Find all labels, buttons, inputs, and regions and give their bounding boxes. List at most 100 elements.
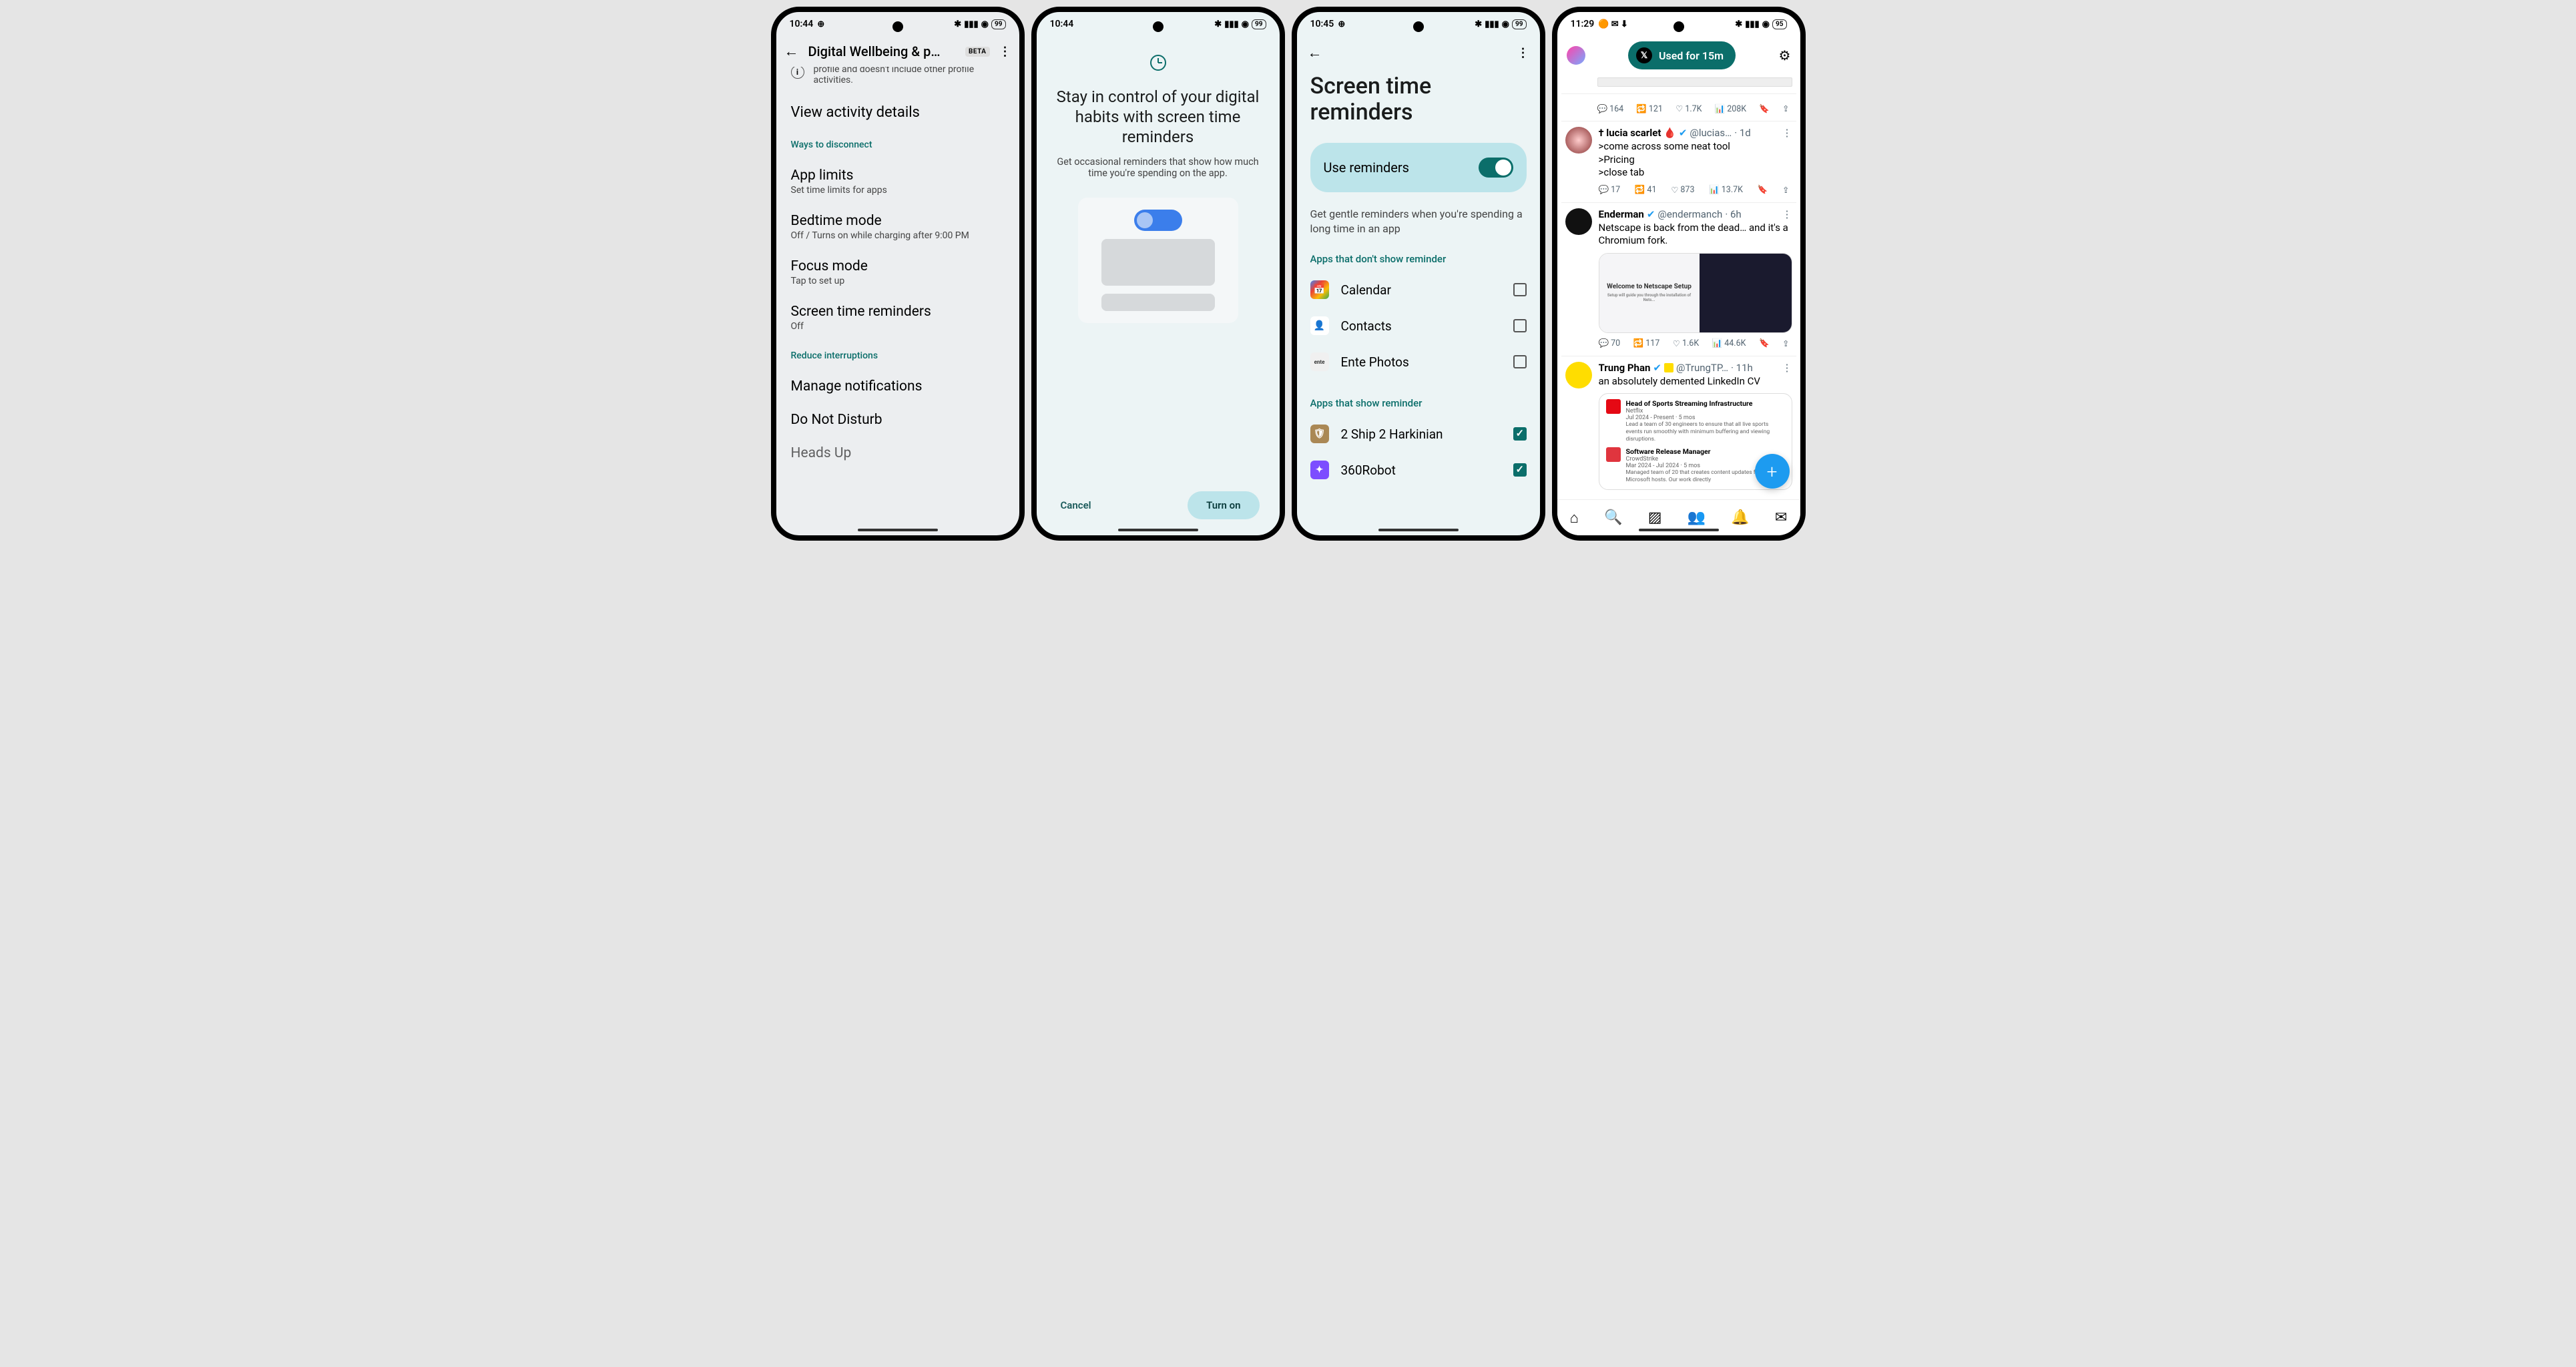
tweet-time: · 6h — [1725, 208, 1741, 220]
checkbox-unchecked[interactable] — [1513, 355, 1527, 368]
like-button[interactable]: ♡873 — [1671, 185, 1694, 196]
illustration-toggle — [1134, 210, 1182, 231]
checkbox-unchecked[interactable] — [1513, 319, 1527, 332]
view-activity-details[interactable]: View activity details — [791, 104, 1005, 121]
tweet-more-icon[interactable]: ⋮ — [1782, 208, 1792, 220]
switch-on-icon[interactable] — [1479, 158, 1513, 178]
views-button[interactable]: 📊208K — [1715, 103, 1747, 114]
bedtime-mode-item[interactable]: Bedtime mode Off / Turns on while chargi… — [791, 213, 1005, 241]
tweet-author[interactable]: Enderman — [1599, 208, 1644, 220]
app-icon: 🛡 — [1310, 425, 1329, 443]
crowdstrike-logo-icon — [1606, 447, 1621, 462]
dialog-subtitle: Get occasional reminders that show how m… — [1057, 156, 1260, 179]
battery-indicator: 95 — [1772, 19, 1786, 29]
tweet-handle: @lucias… — [1690, 127, 1732, 139]
tweet-more-icon[interactable]: ⋮ — [1782, 362, 1792, 374]
cancel-button[interactable]: Cancel — [1057, 491, 1095, 519]
reply-button[interactable]: 💬70 — [1599, 338, 1621, 349]
do-not-disturb-item[interactable]: Do Not Disturb — [791, 412, 1005, 428]
share-button[interactable]: ⇪ — [1782, 185, 1789, 196]
feed[interactable]: 💬164 🔁121 ♡1.7K 📊208K 🔖 ⇪ † lucia scarle… — [1557, 75, 1800, 499]
focus-mode-item[interactable]: Focus mode Tap to set up — [791, 258, 1005, 286]
retweet-button[interactable]: 🔁121 — [1636, 103, 1663, 114]
avatar[interactable] — [1565, 208, 1592, 235]
bookmark-button[interactable]: 🔖 — [1759, 103, 1770, 114]
avatar[interactable] — [1565, 362, 1592, 388]
views-button[interactable]: 📊13.7K — [1709, 185, 1743, 196]
clock: 10:44 — [1050, 19, 1074, 29]
app-header: ← Digital Wellbeing & p… BETA ⋮ — [776, 36, 1019, 67]
back-icon[interactable]: ← — [1308, 44, 1322, 61]
use-reminders-toggle[interactable]: Use reminders — [1310, 143, 1527, 192]
reply-button[interactable]: 💬164 — [1597, 103, 1624, 114]
illustration-block — [1101, 294, 1215, 311]
back-icon[interactable]: ← — [784, 43, 799, 60]
page-title: Digital Wellbeing & p… — [808, 43, 957, 59]
app-limits-item[interactable]: App limits Set time limits for apps — [791, 168, 1005, 196]
compose-fab[interactable]: + — [1755, 454, 1790, 489]
reply-button[interactable]: 💬17 — [1599, 185, 1621, 196]
tweet-text: >come across some neat tool >Pricing >cl… — [1599, 140, 1792, 180]
clock: 10:45 — [1310, 19, 1334, 29]
gesture-bar[interactable] — [1118, 529, 1198, 531]
bookmark-button[interactable]: 🔖 — [1758, 185, 1768, 196]
app-row-2ship2harkinian[interactable]: 🛡 2 Ship 2 Harkinian — [1310, 416, 1527, 452]
manage-notifications-item[interactable]: Manage notifications — [791, 378, 1005, 394]
battery-indicator: 99 — [1512, 19, 1526, 29]
media-text: Welcome to Netscape Setup — [1607, 283, 1692, 290]
overflow-menu-icon[interactable]: ⋮ — [1517, 46, 1529, 60]
tweet-author[interactable]: † lucia scarlet 🩸 — [1599, 127, 1676, 139]
retweet-button[interactable]: 🔁117 — [1633, 338, 1660, 349]
heads-up-item[interactable]: Heads Up — [791, 445, 1005, 461]
tweet[interactable]: Enderman ✔ @endermanch · 6h ⋮ Netscape i… — [1561, 203, 1796, 356]
app-row-ente-photos[interactable]: ente Ente Photos — [1310, 344, 1527, 380]
beta-badge: BETA — [965, 47, 990, 57]
overflow-menu-icon[interactable]: ⋮ — [999, 45, 1011, 59]
item-subtitle: Set time limits for apps — [791, 185, 1005, 196]
checkbox-unchecked[interactable] — [1513, 283, 1527, 296]
clock: 10:44 — [790, 19, 814, 29]
app-row-360robot[interactable]: ✦ 360Robot — [1310, 452, 1527, 488]
turn-on-button[interactable]: Turn on — [1188, 491, 1259, 519]
checkbox-checked[interactable] — [1513, 463, 1527, 477]
settings-icon[interactable]: ⚙ — [1779, 47, 1791, 63]
like-button[interactable]: ♡1.6K — [1673, 338, 1699, 349]
home-icon[interactable]: ⌂ — [1570, 509, 1579, 527]
badge-icon — [1664, 363, 1673, 372]
tweet-more-icon[interactable]: ⋮ — [1782, 127, 1792, 139]
checkbox-checked[interactable] — [1513, 427, 1527, 441]
bluetooth-icon: ✱ — [1214, 19, 1222, 29]
screen-time-reminders-item[interactable]: Screen time reminders Off — [791, 304, 1005, 332]
messages-icon[interactable]: ✉ — [1775, 509, 1787, 526]
notifications-icon[interactable]: 🔔 — [1731, 509, 1749, 526]
share-button[interactable]: ⇪ — [1782, 103, 1789, 114]
avatar[interactable] — [1565, 127, 1592, 154]
usage-pill[interactable]: 𝕏 Used for 15m — [1628, 41, 1736, 69]
wifi-icon: ◉ — [1762, 19, 1770, 29]
like-button[interactable]: ♡1.7K — [1676, 103, 1702, 114]
communities-icon[interactable]: 👥 — [1688, 509, 1706, 526]
tweet-text: Netscape is back from the dead… and it's… — [1599, 222, 1792, 248]
app-name: Contacts — [1341, 318, 1501, 334]
app-row-calendar[interactable]: 📅 Calendar — [1310, 272, 1527, 308]
search-icon[interactable]: 🔍 — [1604, 509, 1622, 526]
tweet-author[interactable]: Trung Phan — [1599, 362, 1651, 374]
cv-title: Software Release Manager — [1626, 447, 1785, 456]
battery-indicator: 99 — [1252, 19, 1266, 29]
tweet[interactable]: † lucia scarlet 🩸 ✔ @lucias… · 1d ⋮ >com… — [1561, 121, 1796, 203]
views-button[interactable]: 📊44.6K — [1712, 338, 1746, 349]
app-row-contacts[interactable]: 👤 Contacts — [1310, 308, 1527, 344]
gesture-bar[interactable] — [1639, 529, 1719, 531]
share-button[interactable]: ⇪ — [1782, 338, 1789, 349]
item-title: Heads Up — [791, 445, 1005, 461]
tweet-handle: @endermanch — [1657, 208, 1722, 220]
tweet-time: · 11h — [1731, 362, 1753, 374]
gesture-bar[interactable] — [1378, 529, 1459, 531]
retweet-button[interactable]: 🔁41 — [1635, 185, 1657, 196]
tweet-media[interactable]: Welcome to Netscape Setup Setup will gui… — [1599, 253, 1792, 333]
signal-icon: ▮▮▮ — [1745, 19, 1759, 29]
gesture-bar[interactable] — [858, 529, 938, 531]
profile-avatar[interactable] — [1567, 46, 1585, 65]
grok-icon[interactable]: ▨ — [1648, 509, 1662, 526]
bookmark-button[interactable]: 🔖 — [1759, 338, 1770, 349]
